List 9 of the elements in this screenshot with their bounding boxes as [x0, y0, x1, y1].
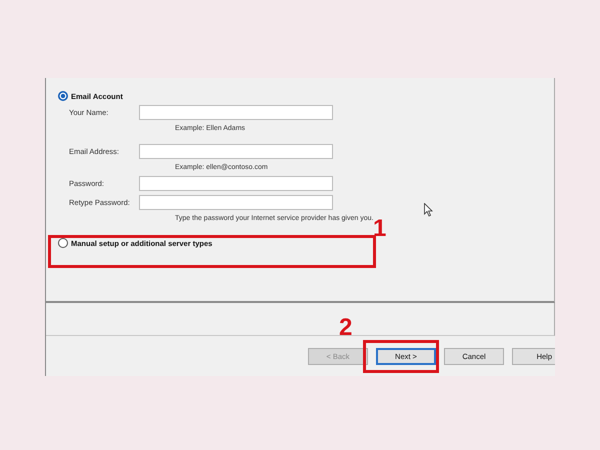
- radio-button[interactable]: [58, 91, 68, 101]
- step-number: 2: [339, 316, 352, 340]
- input-field[interactable]: [139, 176, 333, 191]
- cursor-icon: [424, 203, 433, 217]
- step-number: 1: [373, 217, 386, 241]
- input-field[interactable]: [139, 144, 333, 159]
- input-field[interactable]: [139, 195, 333, 210]
- input-field[interactable]: [139, 105, 333, 120]
- radio-button[interactable]: [58, 238, 68, 248]
